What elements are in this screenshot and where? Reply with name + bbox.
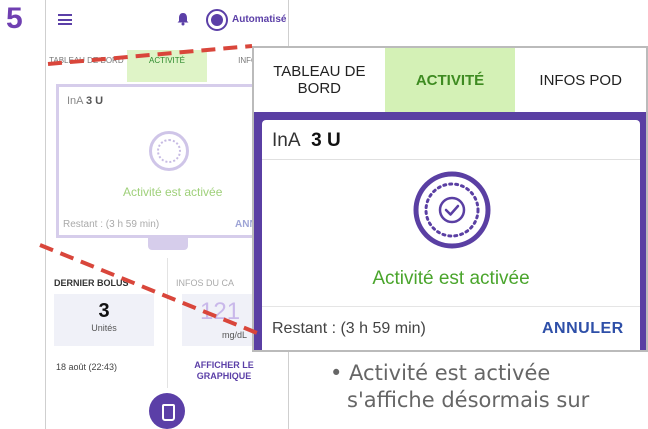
show-graph-link[interactable]: AFFICHER LE GRAPHIQUE [184,360,264,382]
carousel-dots[interactable] [148,238,188,250]
remaining-time: Restant : (3 h 59 min) [272,320,426,337]
insulin-value: 3 U [85,95,104,107]
tab-activity[interactable]: ACTIVITÉ [384,48,516,112]
glucose-value: 121 [200,298,241,325]
automated-mode-icon [206,9,228,31]
insulin-value: 3 U [311,130,341,151]
zoom-tabs: TABLEAU DE BORD ACTIVITÉ INFOS POD [254,48,646,112]
bell-icon[interactable] [176,12,190,26]
tab-dashboard[interactable]: TABLEAU DE BORD [254,48,385,112]
remaining-time: Restant : (3 h 59 min) [63,219,160,230]
instruction-line-2: s'affiche désormais sur [347,388,590,412]
last-bolus-date: 18 août (22:43) [56,362,118,372]
activity-check-icon [157,139,181,163]
divider [262,306,640,307]
bolus-button[interactable] [149,393,185,429]
tab-activity[interactable]: ACTIVITÉ [126,50,208,82]
mode-label: Automatisé [232,14,287,25]
last-bolus-section: DERNIER BOLUS 3 Unités 18 août (22:43) [46,258,168,388]
activity-ring-icon [149,131,189,171]
tab-pod-info[interactable]: INFOS POD [515,48,646,112]
activity-card-frame: InA 3 U Activité est activée Restant : (… [254,112,646,350]
step-number: 5 [6,2,23,35]
instruction-text: • Activité est activée s'affiche désorma… [330,360,589,414]
activity-card: InA 3 U Activité est activée Restant : (… [262,120,640,350]
glucose-title: INFOS DU CA [176,278,235,288]
top-bar: Automatisé [46,0,288,44]
insulin-on-board: InA 3 U [262,120,640,160]
cancel-button[interactable]: ANNULER [542,320,624,338]
activity-status: Activité est activée [123,185,223,199]
last-bolus-title: DERNIER BOLUS [54,278,129,288]
hamburger-menu-icon[interactable] [58,14,72,25]
insulin-on-board: InA 3 U [67,95,103,107]
instruction-line-1: • Activité est activée [330,361,551,385]
last-bolus-value: 3 [98,300,110,322]
activity-ring-icon [413,171,491,249]
last-bolus-box: 3 Unités [54,294,154,346]
insulin-label: InA [67,95,83,107]
tab-dashboard[interactable]: TABLEAU DE BORD [46,50,127,82]
last-bolus-unit: Unités [91,323,117,333]
zoom-panel: TABLEAU DE BORD ACTIVITÉ INFOS POD InA 3… [252,46,648,352]
activity-status: Activité est activée [372,268,530,289]
glucose-unit: mg/dL [222,330,248,340]
insulin-row: InA 3 U [272,130,341,152]
insulin-label: InA [272,130,301,151]
